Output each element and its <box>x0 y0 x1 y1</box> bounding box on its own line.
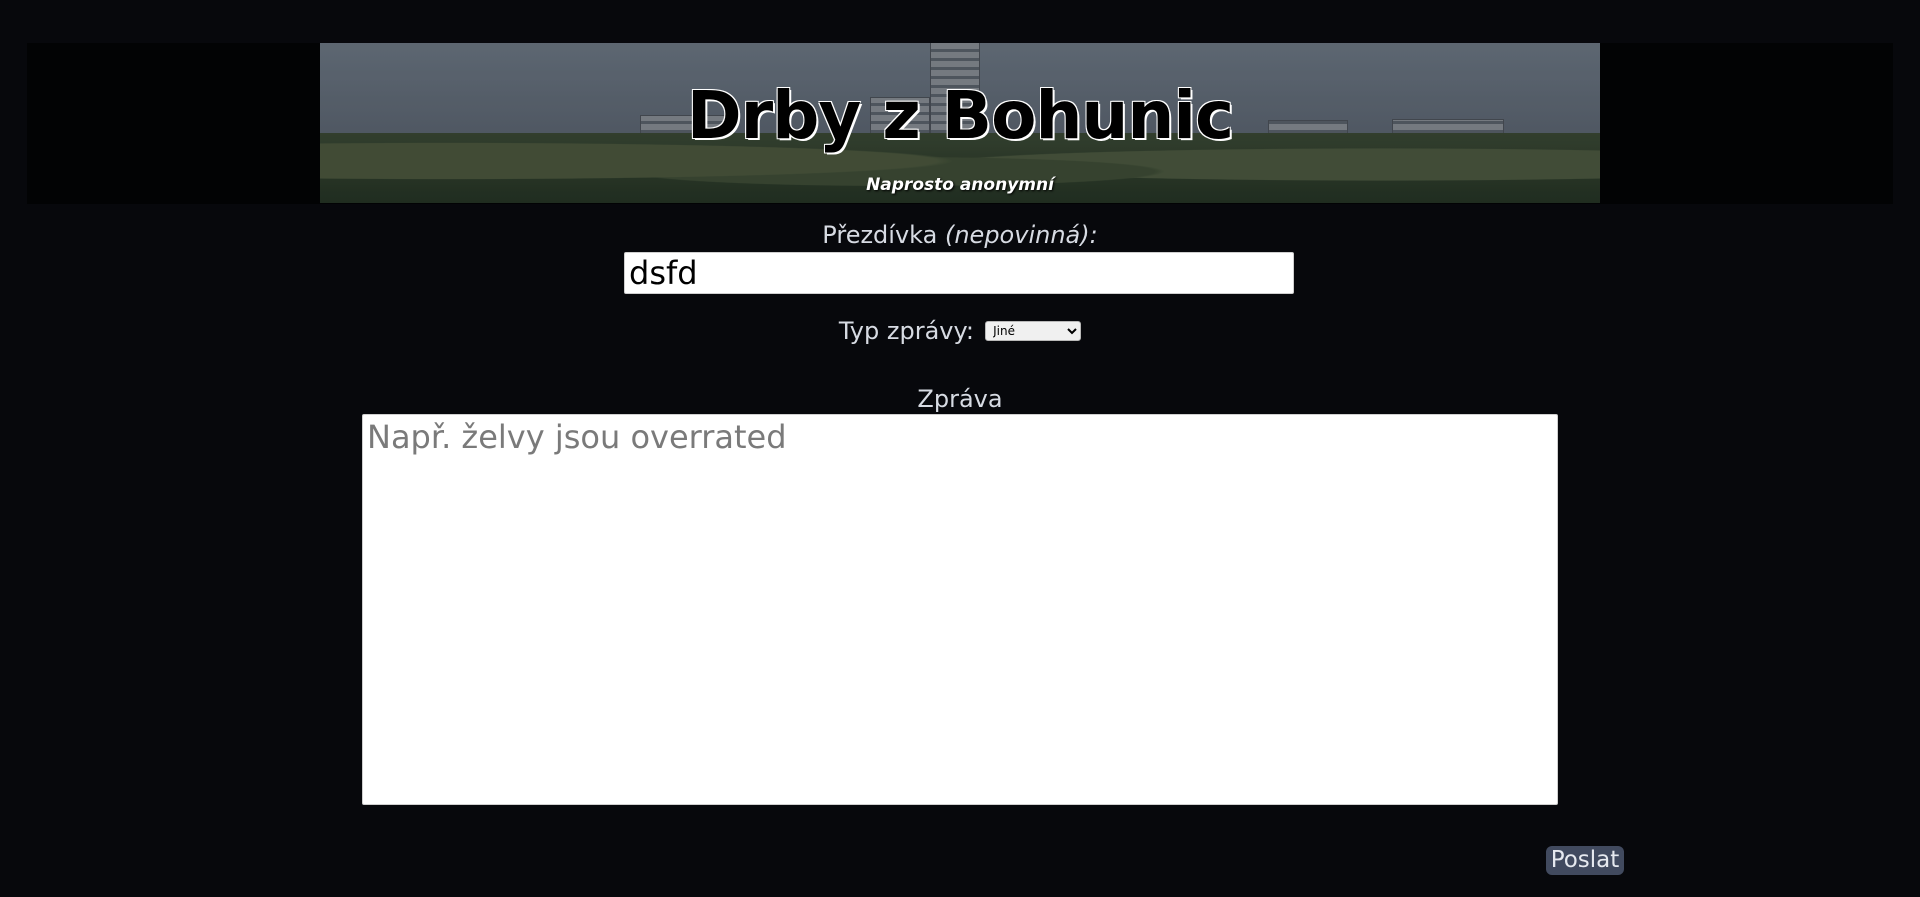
page-subtitle: Naprosto anonymní <box>866 175 1054 195</box>
message-type-row: Typ zprávy: Jiné <box>0 317 1920 347</box>
send-button[interactable]: Poslat <box>1546 846 1624 875</box>
page-root: Drby z Bohunic Naprosto anonymní Přezdív… <box>0 0 1920 897</box>
nickname-label-text: Přezdívka <box>822 221 938 249</box>
message-label: Zpráva <box>917 385 1003 413</box>
message-type-label: Typ zprávy: <box>838 317 975 345</box>
message-type-select[interactable]: Jiné <box>985 321 1082 341</box>
nickname-optional-text: (nepovinná): <box>944 221 1098 249</box>
message-textarea[interactable] <box>362 414 1558 805</box>
header-banner: Drby z Bohunic Naprosto anonymní <box>320 43 1600 203</box>
page-title: Drby z Bohunic <box>686 77 1234 154</box>
nickname-label: Přezdívka (nepovinná): <box>0 223 1920 247</box>
nickname-input[interactable] <box>624 252 1294 294</box>
